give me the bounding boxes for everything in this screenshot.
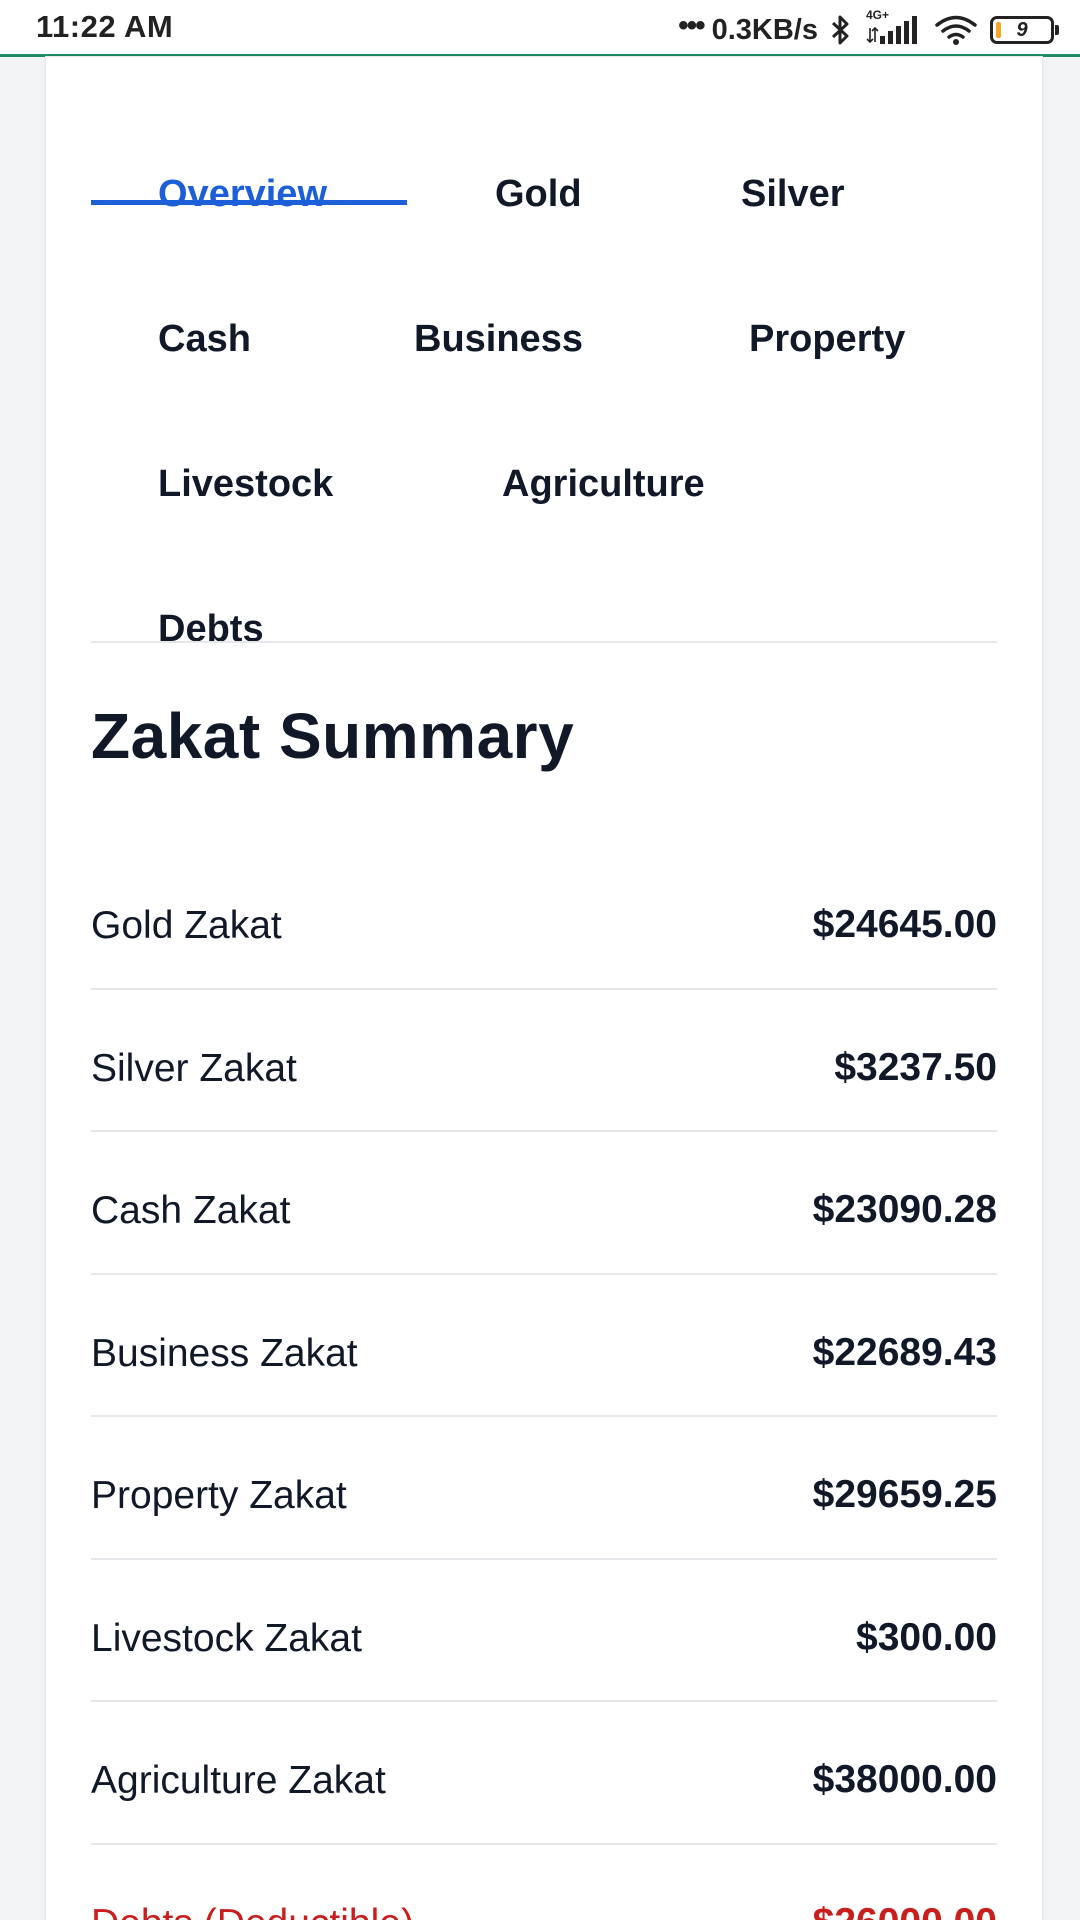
signal-icon: 4G+ xyxy=(864,8,922,46)
row-value: $29659.25 xyxy=(812,1473,997,1516)
network-type-label: 4G+ xyxy=(866,8,890,22)
notification-dots: ••• xyxy=(678,9,705,42)
row-label: Business Zakat xyxy=(91,1331,358,1375)
row-value: $38000.00 xyxy=(812,1758,997,1801)
bluetooth-icon xyxy=(830,14,852,46)
summary-row-agriculture: Agriculture Zakat $38000.00 xyxy=(91,1702,997,1845)
wifi-icon xyxy=(934,14,978,46)
tab-property[interactable]: Property xyxy=(749,318,905,361)
battery-level: 9 xyxy=(1016,18,1028,41)
summary-row-silver: Silver Zakat $3237.50 xyxy=(91,990,997,1132)
row-value: -$26000.00 xyxy=(800,1901,997,1920)
summary-row-business: Business Zakat $22689.43 xyxy=(91,1275,997,1417)
tab-debts[interactable]: Debts xyxy=(158,608,264,651)
summary-row-gold: Gold Zakat $24645.00 xyxy=(91,847,997,990)
tab-overview[interactable]: Overview xyxy=(158,173,327,216)
row-label: Agriculture Zakat xyxy=(91,1759,386,1802)
battery-fill xyxy=(996,22,1001,38)
row-value: $300.00 xyxy=(856,1615,997,1659)
row-value: $24645.00 xyxy=(812,903,997,946)
summary-row-property: Property Zakat $29659.25 xyxy=(91,1417,997,1560)
summary-list: Gold Zakat $24645.00 Silver Zakat $3237.… xyxy=(91,847,997,1920)
tab-silver[interactable]: Silver xyxy=(741,173,845,216)
zakat-card: Overview Gold Silver Cash Business Prope… xyxy=(46,57,1042,1920)
row-label: Cash Zakat xyxy=(91,1189,291,1232)
status-bar: 11:22 AM ••• 0.3KB/s 4G+ 9 xyxy=(0,0,1080,57)
row-label: Debts (Deductible) xyxy=(91,1902,414,1920)
page-title: Zakat Summary xyxy=(91,700,575,772)
row-label: Silver Zakat xyxy=(91,1046,297,1090)
tabs-divider xyxy=(91,641,997,643)
tab-livestock[interactable]: Livestock xyxy=(158,463,333,506)
row-value: $22689.43 xyxy=(812,1330,997,1374)
row-label: Gold Zakat xyxy=(91,904,282,947)
status-indicators: ••• 0.3KB/s 4G+ 9 xyxy=(678,8,1059,50)
row-value: $23090.28 xyxy=(812,1188,997,1231)
row-label: Property Zakat xyxy=(91,1474,347,1517)
battery-icon: 9 xyxy=(990,16,1059,44)
summary-row-debts: Debts (Deductible) -$26000.00 xyxy=(91,1845,997,1920)
tab-business[interactable]: Business xyxy=(414,318,583,361)
tab-cash[interactable]: Cash xyxy=(158,318,251,361)
active-tab-indicator xyxy=(91,200,407,205)
tab-agriculture[interactable]: Agriculture xyxy=(502,463,705,506)
tab-gold[interactable]: Gold xyxy=(495,173,582,216)
network-speed: 0.3KB/s xyxy=(711,13,818,46)
row-label: Livestock Zakat xyxy=(91,1616,362,1660)
summary-row-livestock: Livestock Zakat $300.00 xyxy=(91,1560,997,1702)
row-value: $3237.50 xyxy=(834,1045,997,1089)
status-time: 11:22 AM xyxy=(36,9,174,44)
summary-row-cash: Cash Zakat $23090.28 xyxy=(91,1132,997,1275)
